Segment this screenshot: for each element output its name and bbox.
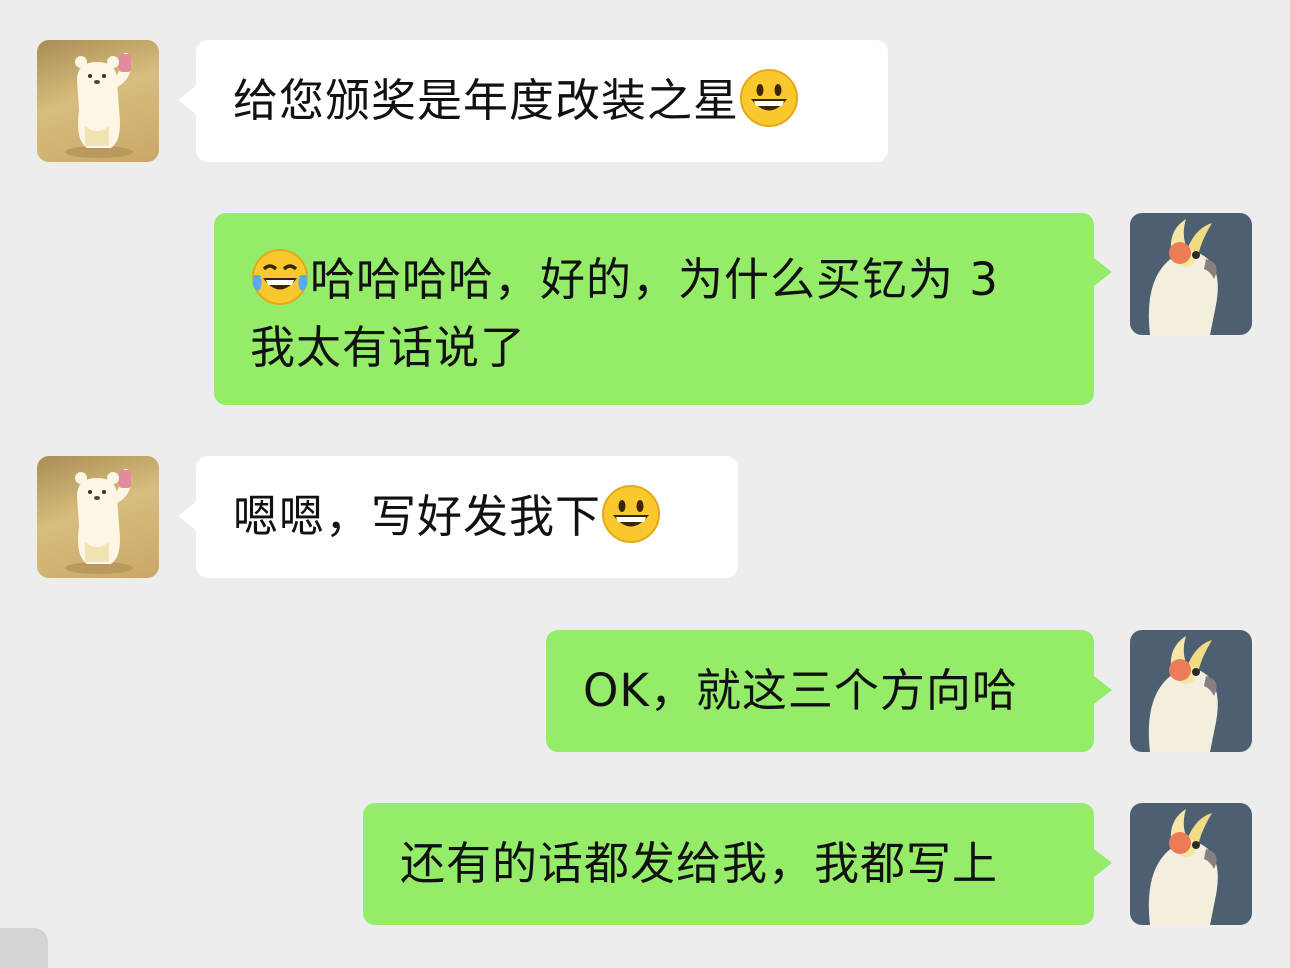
bubble-tail — [1094, 676, 1112, 704]
bear-avatar[interactable] — [37, 40, 159, 162]
bubble-tail — [1094, 258, 1112, 286]
bubble-tail — [1094, 849, 1112, 877]
bubble-tail — [178, 502, 196, 530]
message-text: 还有的话都发给我，我都写上 — [400, 837, 999, 890]
message-bubble[interactable]: OK，就这三个方向哈 — [546, 630, 1094, 752]
message-bubble[interactable]: 嗯嗯，写好发我下 — [196, 456, 738, 578]
cockatiel-avatar[interactable] — [1130, 803, 1252, 925]
message-bubble[interactable]: 还有的话都发给我，我都写上 — [363, 803, 1094, 925]
bubble-tail — [178, 86, 196, 114]
message-bubble[interactable]: 给您颁奖是年度改装之星 — [196, 40, 888, 162]
message-text: OK，就这三个方向哈 — [583, 664, 1018, 717]
scroll-handle[interactable] — [0, 928, 48, 968]
message-text: 给您颁奖是年度改装之星 — [233, 74, 740, 127]
tears-of-joy-emoji — [250, 247, 310, 307]
message-line: 哈哈哈哈，好的，为什么买钇为 3 — [250, 246, 1094, 314]
grinning-face-emoji — [739, 68, 799, 128]
bear-avatar[interactable] — [37, 456, 159, 578]
message-text: 哈哈哈哈，好的，为什么买钇为 3 — [310, 253, 999, 306]
grinning-face-emoji — [601, 484, 661, 544]
message-text: 嗯嗯，写好发我下 — [233, 490, 602, 543]
cockatiel-avatar[interactable] — [1130, 213, 1252, 335]
message-line: 我太有话说了 — [250, 321, 527, 374]
message-bubble[interactable]: 哈哈哈哈，好的，为什么买钇为 3 我太有话说了 — [214, 213, 1094, 405]
cockatiel-avatar[interactable] — [1130, 630, 1252, 752]
